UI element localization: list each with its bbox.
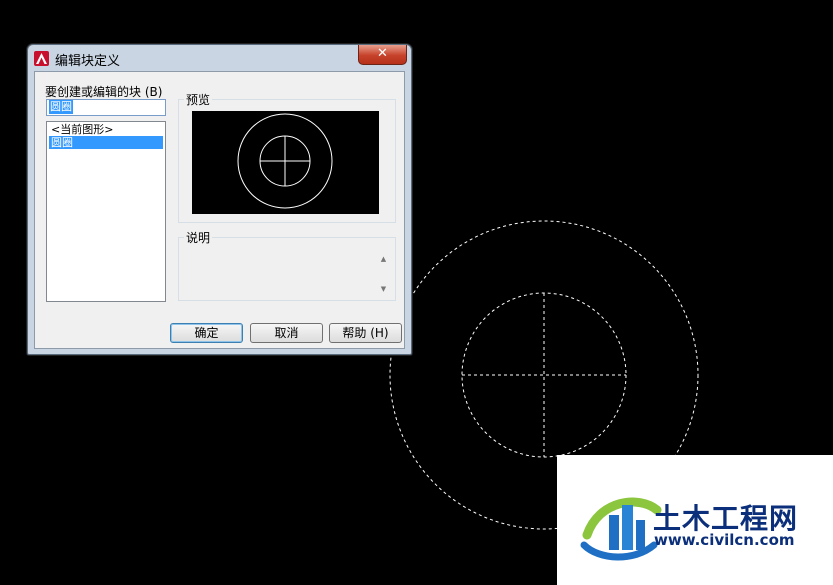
scroll-down-icon[interactable]: ▼: [377, 284, 390, 294]
preview-drawing: [237, 113, 333, 209]
block-name-input[interactable]: 圆圈: [46, 99, 166, 116]
edit-block-definition-dialog: 编辑块定义 ✕ 要创建或编辑的块 (B) 圆圈 <当前图形> 圆圈 预览 说明 …: [27, 44, 412, 355]
autocad-logo-icon: [34, 51, 49, 66]
dialog-title: 编辑块定义: [55, 54, 121, 69]
preview-group: 预览: [178, 91, 396, 223]
ok-button[interactable]: 确定: [170, 323, 243, 343]
block-listbox[interactable]: <当前图形> 圆圈: [46, 121, 166, 302]
dialog-body: 要创建或编辑的块 (B) 圆圈 <当前图形> 圆圈 预览 说明 ▲ ▼ 确定 取…: [34, 71, 405, 349]
preview-label: 预览: [184, 91, 213, 108]
list-item-circle-block[interactable]: 圆圈: [49, 136, 163, 149]
watermark-url: www.civilcn.com: [654, 531, 795, 549]
site-watermark: 土木工程网 www.civilcn.com: [557, 455, 833, 585]
help-button[interactable]: 帮助 (H): [329, 323, 402, 343]
dialog-titlebar[interactable]: 编辑块定义 ✕: [28, 45, 411, 71]
description-group: 说明 ▲ ▼: [178, 229, 396, 301]
cancel-button[interactable]: 取消: [250, 323, 323, 343]
close-button[interactable]: ✕: [358, 45, 407, 65]
preview-image: [192, 111, 379, 214]
description-scrollbar[interactable]: ▲ ▼: [377, 248, 390, 296]
block-name-value: 圆圈: [49, 100, 73, 114]
scroll-up-icon[interactable]: ▲: [377, 254, 390, 264]
blocks-label: 要创建或编辑的块 (B): [45, 85, 163, 99]
close-icon: ✕: [377, 46, 388, 61]
description-label: 说明: [184, 229, 213, 246]
list-item-current-drawing[interactable]: <当前图形>: [49, 123, 163, 136]
